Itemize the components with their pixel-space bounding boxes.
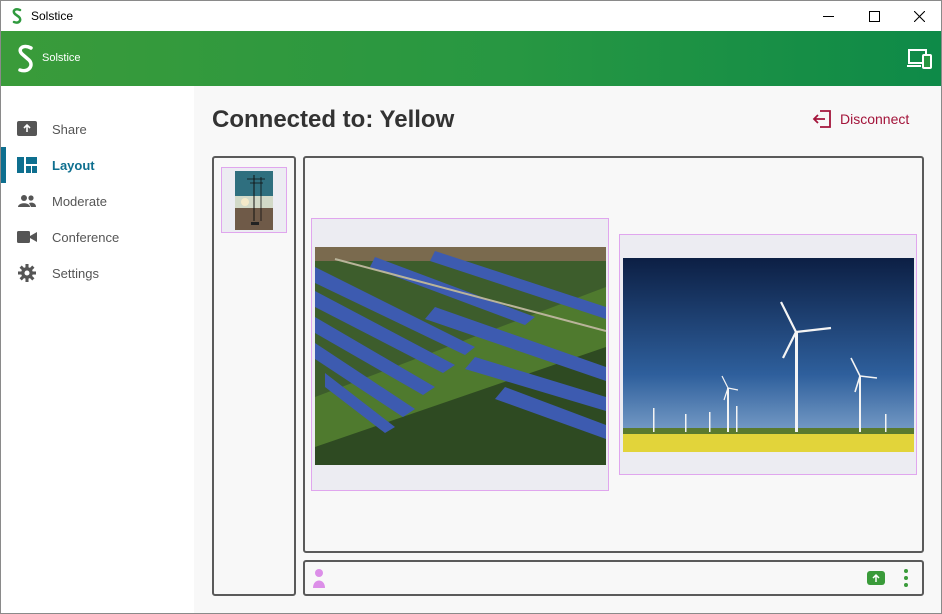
close-icon <box>913 10 925 22</box>
sidebar-item-label: Layout <box>52 158 95 173</box>
sidebar-item-settings[interactable]: Settings <box>1 255 194 291</box>
title-bar: Solstice <box>1 1 941 31</box>
minimize-button[interactable] <box>805 1 851 31</box>
share-status-icon[interactable] <box>867 571 885 585</box>
share-icon <box>17 121 37 136</box>
gear-icon <box>18 264 36 282</box>
sidebar-item-label: Conference <box>52 230 120 245</box>
app-header: Solstice <box>1 31 941 86</box>
sidebar-item-share[interactable]: Share <box>1 111 194 147</box>
solstice-window: Solstice Solstice Share Layout Moderate … <box>0 0 942 614</box>
devices-icon[interactable] <box>907 48 933 70</box>
brand-name: Solstice <box>42 52 81 64</box>
sidebar-item-label: Share <box>52 122 87 137</box>
sidebar-item-conference[interactable]: Conference <box>1 219 194 255</box>
sidebar: Share Layout Moderate Conference Setting… <box>1 86 194 613</box>
queued-post-thumbnail[interactable] <box>221 167 287 233</box>
close-button[interactable] <box>896 1 941 31</box>
poster-image <box>235 171 273 230</box>
disconnect-button[interactable]: Disconnect <box>812 110 909 128</box>
disconnect-label: Disconnect <box>840 111 910 127</box>
user-icon[interactable] <box>311 566 327 590</box>
solstice-app-icon <box>12 8 22 24</box>
sidebar-item-moderate[interactable]: Moderate <box>1 183 194 219</box>
wind-turbines-post[interactable] <box>619 234 917 475</box>
minimize-icon <box>822 15 834 17</box>
page-title: Connected to: Yellow <box>212 106 455 133</box>
solar-farm-post[interactable] <box>311 218 609 491</box>
solar-farm-image <box>315 247 606 465</box>
wind-turbines-image <box>623 258 914 452</box>
maximize-icon <box>868 10 880 22</box>
maximize-button[interactable] <box>851 1 897 31</box>
solstice-logo-icon <box>18 44 33 73</box>
sidebar-item-label: Moderate <box>52 194 107 209</box>
layout-icon <box>17 157 37 173</box>
people-icon <box>18 195 36 207</box>
sidebar-item-label: Settings <box>52 266 99 281</box>
content-queue <box>212 156 296 596</box>
video-camera-icon <box>17 231 37 243</box>
main-panel: Connected to: Yellow Disconnect <box>194 86 941 613</box>
user-bar <box>303 560 924 596</box>
layout-canvas <box>303 156 924 553</box>
exit-icon <box>812 110 831 128</box>
sidebar-item-layout[interactable]: Layout <box>1 147 194 183</box>
window-title: Solstice <box>31 9 74 23</box>
more-options-icon[interactable] <box>903 568 909 588</box>
